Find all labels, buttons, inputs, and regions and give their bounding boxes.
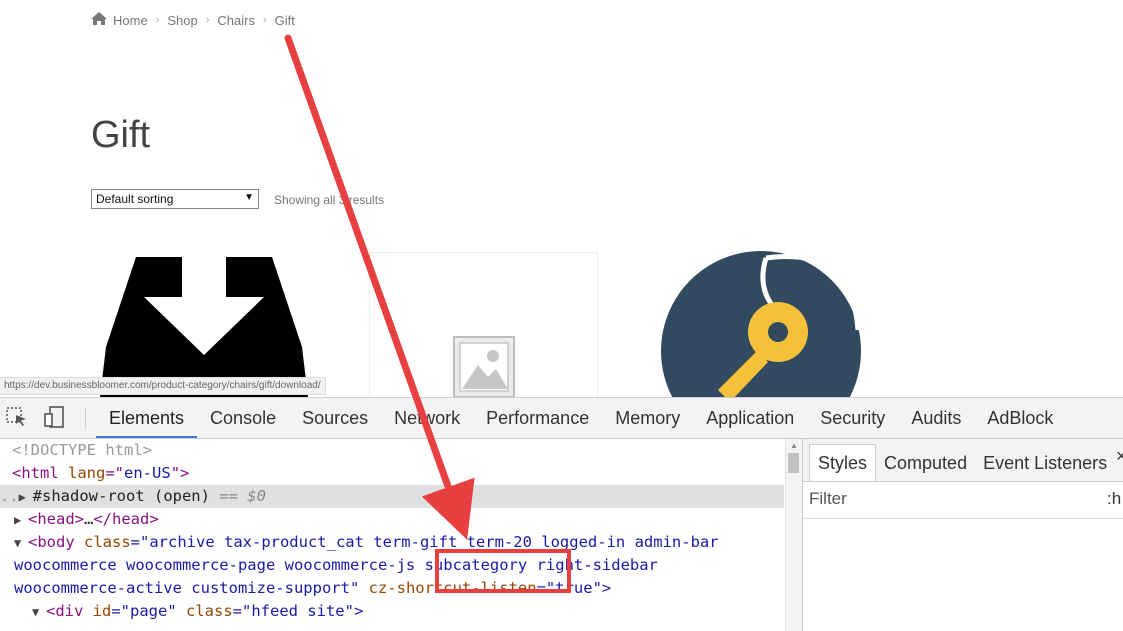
sorting-selected-value: Default sorting — [96, 192, 174, 206]
expand-triangle-icon[interactable]: ▶ — [19, 486, 33, 509]
dom-line-html[interactable]: <html lang="en-US"> — [0, 462, 784, 485]
body-attr-cz: cz-shortcut-listen — [359, 579, 537, 597]
product-placeholder[interactable] — [369, 252, 598, 397]
status-bar-url: https://dev.businessbloomer.com/product-… — [0, 377, 326, 395]
breadcrumb-chairs[interactable]: Chairs — [217, 13, 255, 28]
styles-filter-input[interactable]: Filter :h — [803, 482, 1123, 519]
filter-placeholder: Filter — [809, 489, 847, 508]
inspect-element-icon[interactable] — [6, 406, 28, 428]
div-attr-class: class — [176, 602, 233, 620]
body-class-value-end: woocommerce-active customize-support" — [14, 579, 360, 597]
div-tag: <div — [46, 602, 84, 620]
selected-node-marker: == $0 — [209, 487, 266, 505]
dom-line-body-cont2[interactable]: woocommerce-active customize-support" cz… — [0, 577, 784, 600]
dom-line-body-cont1[interactable]: woocommerce woocommerce-page woocommerce… — [0, 554, 784, 577]
div-id-value: ="page" — [111, 602, 177, 620]
dropdown-arrow-icon: ▼ — [244, 192, 254, 203]
body-class-value-cont: woocommerce woocommerce-page woocommerce… — [14, 556, 658, 574]
key-icon — [661, 251, 861, 397]
dom-scrollbar[interactable]: ▲ — [785, 439, 802, 631]
dom-line-shadow-root[interactable]: ..▶ #shadow-root (open) == $0 — [0, 485, 784, 508]
tab-elements[interactable]: Elements — [96, 398, 198, 438]
head-tag: <head> — [28, 510, 84, 528]
tab-styles[interactable]: Styles — [809, 444, 877, 481]
breadcrumb: Home › Shop › Chairs › Gift — [91, 12, 295, 28]
tab-network[interactable]: Network — [381, 398, 473, 438]
dom-line-head[interactable]: ▶ <head>…</head> — [0, 508, 784, 531]
body-attr-cz-value: ="true"> — [536, 579, 612, 597]
tab-divider — [85, 407, 86, 429]
devtools-tabbar: Elements Console Sources Network Perform… — [0, 398, 1123, 439]
scroll-up-icon[interactable]: ▲ — [790, 441, 798, 450]
breadcrumb-separator: › — [262, 14, 267, 26]
expand-triangle-icon[interactable]: ▶ — [14, 509, 28, 532]
dom-line-doctype[interactable]: <!DOCTYPE html> — [0, 439, 784, 462]
product-download[interactable] — [96, 257, 312, 397]
tab-computed[interactable]: Computed — [876, 445, 975, 481]
shadow-root-text: #shadow-root (open) — [32, 487, 210, 505]
devtools-panel: Elements Console Sources Network Perform… — [0, 397, 1123, 631]
breadcrumb-shop[interactable]: Shop — [167, 13, 197, 28]
product-key[interactable] — [660, 250, 862, 397]
tab-adblock[interactable]: AdBlock — [974, 398, 1066, 438]
devtools-tabs: Elements Console Sources Network Perform… — [96, 398, 1066, 438]
collapse-triangle-icon[interactable]: ▼ — [32, 601, 46, 624]
collapse-triangle-icon[interactable]: ▼ — [14, 532, 28, 555]
tab-sources[interactable]: Sources — [289, 398, 381, 438]
div-class-value: ="hfeed site"> — [232, 602, 364, 620]
device-toolbar-icon[interactable] — [44, 406, 66, 428]
html-tag-end: "> — [170, 464, 190, 482]
html-attr-eq: =" — [105, 464, 125, 482]
styles-sidebar: Styles Computed Event Listeners × Filter… — [802, 439, 1123, 631]
breadcrumb-home[interactable]: Home — [113, 13, 148, 28]
html-attr-value: en-US — [124, 464, 171, 482]
hover-state-toggle[interactable]: :h — [1107, 489, 1121, 509]
html-attr-lang: lang — [58, 464, 106, 482]
breadcrumb-gift: Gift — [274, 12, 295, 28]
tab-memory[interactable]: Memory — [602, 398, 693, 438]
webpage-viewport: Home › Shop › Chairs › Gift Gift Default… — [0, 0, 1123, 397]
download-icon — [100, 257, 308, 397]
body-class-value: ="archive tax-product_cat term-gift term… — [130, 533, 719, 551]
result-count: Showing all 3 results — [274, 193, 385, 207]
breadcrumb-separator: › — [205, 14, 210, 26]
dom-line-div-page[interactable]: ▼ <div id="page" class="hfeed site"> — [0, 600, 784, 623]
body-tag: <body — [28, 533, 75, 551]
tab-performance[interactable]: Performance — [473, 398, 602, 438]
selected-indicator: .. — [0, 487, 19, 505]
doctype-text: <!DOCTYPE html> — [12, 441, 152, 459]
html-tag: <html — [12, 464, 59, 482]
breadcrumb-separator: › — [155, 14, 160, 26]
dom-line-body[interactable]: ▼ <body class="archive tax-product_cat te… — [0, 531, 784, 554]
tab-audits[interactable]: Audits — [898, 398, 974, 438]
tab-security[interactable]: Security — [807, 398, 898, 438]
sidebar-tabs: Styles Computed Event Listeners — [803, 439, 1123, 482]
tab-console[interactable]: Console — [197, 398, 289, 438]
close-icon[interactable]: × — [1116, 446, 1123, 467]
sorting-select[interactable]: Default sorting ▼ — [91, 189, 259, 209]
body-attr-class: class — [74, 533, 131, 551]
head-collapsed-dots: … — [84, 510, 94, 528]
page-title: Gift — [91, 114, 151, 156]
image-placeholder-icon — [453, 336, 515, 397]
tab-application[interactable]: Application — [693, 398, 807, 438]
dom-tree[interactable]: <!DOCTYPE html> <html lang="en-US"> ..▶ #… — [0, 439, 784, 631]
scrollbar-thumb[interactable] — [788, 453, 799, 473]
head-tag-end: </head> — [93, 510, 159, 528]
div-attr-id: id — [83, 602, 112, 620]
home-icon[interactable] — [91, 12, 107, 28]
tab-event-listeners[interactable]: Event Listeners — [975, 445, 1115, 481]
